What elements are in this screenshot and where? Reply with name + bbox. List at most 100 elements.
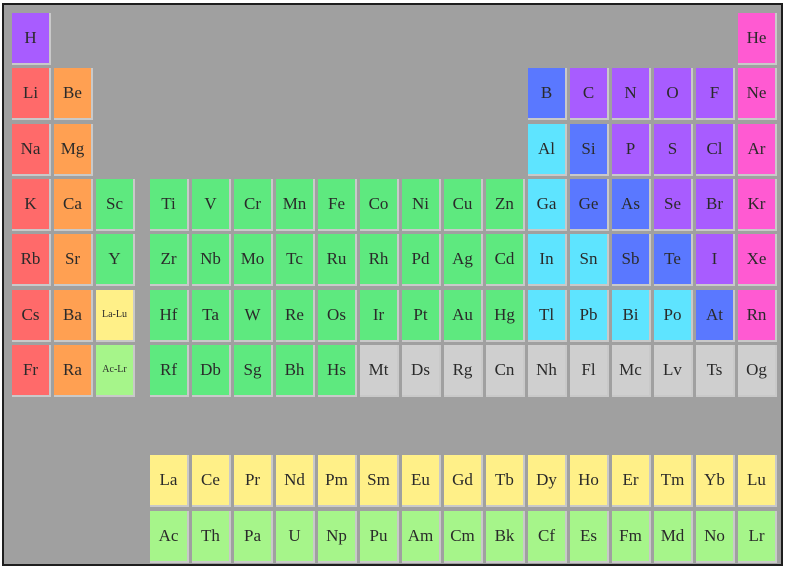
element-no[interactable]: No [696, 510, 735, 563]
element-sb[interactable]: Sb [612, 234, 651, 287]
element-lv[interactable]: Lv [654, 344, 693, 397]
element-at[interactable]: At [696, 289, 735, 342]
element-cm[interactable]: Cm [444, 510, 483, 563]
element-in[interactable]: In [528, 234, 567, 287]
element-pa[interactable]: Pa [234, 510, 273, 563]
element-ho[interactable]: Ho [570, 455, 609, 508]
element-pr[interactable]: Pr [234, 455, 273, 508]
element-ru[interactable]: Ru [318, 234, 357, 287]
element-ac[interactable]: Ac [150, 510, 189, 563]
element-te[interactable]: Te [654, 234, 693, 287]
element-ca[interactable]: Ca [54, 178, 93, 231]
element-cr[interactable]: Cr [234, 178, 273, 231]
element-sr[interactable]: Sr [54, 234, 93, 287]
element-dy[interactable]: Dy [528, 455, 567, 508]
element-hf[interactable]: Hf [150, 289, 189, 342]
element-pt[interactable]: Pt [402, 289, 441, 342]
element-la[interactable]: La [150, 455, 189, 508]
element-fl[interactable]: Fl [570, 344, 609, 397]
element-zn[interactable]: Zn [486, 178, 525, 231]
element-eu[interactable]: Eu [402, 455, 441, 508]
element-w[interactable]: W [234, 289, 273, 342]
element-ge[interactable]: Ge [570, 178, 609, 231]
element-u[interactable]: U [276, 510, 315, 563]
element-ac-lr[interactable]: Ac-Lr [96, 344, 135, 397]
element-ds[interactable]: Ds [402, 344, 441, 397]
element-db[interactable]: Db [192, 344, 231, 397]
element-cn[interactable]: Cn [486, 344, 525, 397]
element-na[interactable]: Na [12, 123, 51, 176]
element-cf[interactable]: Cf [528, 510, 567, 563]
element-mn[interactable]: Mn [276, 178, 315, 231]
element-am[interactable]: Am [402, 510, 441, 563]
element-pb[interactable]: Pb [570, 289, 609, 342]
element-n[interactable]: N [612, 68, 651, 121]
element-b[interactable]: B [528, 68, 567, 121]
element-ar[interactable]: Ar [738, 123, 777, 176]
element-ta[interactable]: Ta [192, 289, 231, 342]
element-tm[interactable]: Tm [654, 455, 693, 508]
element-tc[interactable]: Tc [276, 234, 315, 287]
element-k[interactable]: K [12, 178, 51, 231]
element-he[interactable]: He [738, 13, 777, 65]
element-sc[interactable]: Sc [96, 178, 135, 231]
element-mt[interactable]: Mt [360, 344, 399, 397]
element-o[interactable]: O [654, 68, 693, 121]
element-bh[interactable]: Bh [276, 344, 315, 397]
element-br[interactable]: Br [696, 178, 735, 231]
element-ba[interactable]: Ba [54, 289, 93, 342]
element-np[interactable]: Np [318, 510, 357, 563]
element-zr[interactable]: Zr [150, 234, 189, 287]
element-rg[interactable]: Rg [444, 344, 483, 397]
element-rf[interactable]: Rf [150, 344, 189, 397]
element-lr[interactable]: Lr [738, 510, 777, 563]
element-f[interactable]: F [696, 68, 735, 121]
element-si[interactable]: Si [570, 123, 609, 176]
element-nh[interactable]: Nh [528, 344, 567, 397]
element-mo[interactable]: Mo [234, 234, 273, 287]
element-xe[interactable]: Xe [738, 234, 777, 287]
element-kr[interactable]: Kr [738, 178, 777, 231]
element-s[interactable]: S [654, 123, 693, 176]
element-rb[interactable]: Rb [12, 234, 51, 287]
element-rh[interactable]: Rh [360, 234, 399, 287]
element-og[interactable]: Og [738, 344, 777, 397]
element-ts[interactable]: Ts [696, 344, 735, 397]
element-tl[interactable]: Tl [528, 289, 567, 342]
element-th[interactable]: Th [192, 510, 231, 563]
element-sg[interactable]: Sg [234, 344, 273, 397]
element-ra[interactable]: Ra [54, 344, 93, 397]
element-yb[interactable]: Yb [696, 455, 735, 508]
element-os[interactable]: Os [318, 289, 357, 342]
element-pd[interactable]: Pd [402, 234, 441, 287]
element-fe[interactable]: Fe [318, 178, 357, 231]
element-ne[interactable]: Ne [738, 68, 777, 121]
element-sn[interactable]: Sn [570, 234, 609, 287]
element-au[interactable]: Au [444, 289, 483, 342]
element-y[interactable]: Y [96, 234, 135, 287]
element-nb[interactable]: Nb [192, 234, 231, 287]
element-la-lu[interactable]: La-Lu [96, 289, 135, 342]
element-as[interactable]: As [612, 178, 651, 231]
element-sm[interactable]: Sm [360, 455, 399, 508]
element-lu[interactable]: Lu [738, 455, 777, 508]
element-mg[interactable]: Mg [54, 123, 93, 176]
element-li[interactable]: Li [12, 68, 51, 121]
element-tb[interactable]: Tb [486, 455, 525, 508]
element-gd[interactable]: Gd [444, 455, 483, 508]
element-re[interactable]: Re [276, 289, 315, 342]
element-md[interactable]: Md [654, 510, 693, 563]
element-fm[interactable]: Fm [612, 510, 651, 563]
element-ni[interactable]: Ni [402, 178, 441, 231]
element-er[interactable]: Er [612, 455, 651, 508]
element-rn[interactable]: Rn [738, 289, 777, 342]
element-cd[interactable]: Cd [486, 234, 525, 287]
element-nd[interactable]: Nd [276, 455, 315, 508]
element-po[interactable]: Po [654, 289, 693, 342]
element-cl[interactable]: Cl [696, 123, 735, 176]
element-es[interactable]: Es [570, 510, 609, 563]
element-se[interactable]: Se [654, 178, 693, 231]
element-fr[interactable]: Fr [12, 344, 51, 397]
element-co[interactable]: Co [360, 178, 399, 231]
element-hs[interactable]: Hs [318, 344, 357, 397]
